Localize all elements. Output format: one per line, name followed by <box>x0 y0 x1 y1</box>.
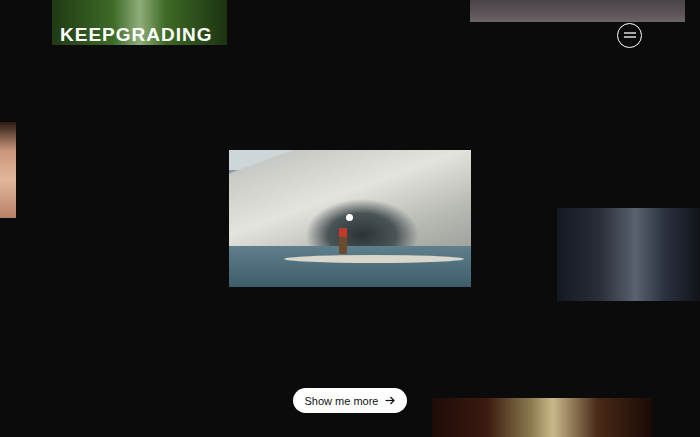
road-frame[interactable] <box>470 0 685 22</box>
rock-platform <box>284 255 464 263</box>
cliff <box>229 150 471 250</box>
interior-frame[interactable] <box>432 398 652 437</box>
figure <box>339 228 347 254</box>
page: KEEPGRADING Show me more <box>0 0 700 437</box>
arrow-right-icon <box>385 396 395 405</box>
menu-icon <box>624 32 636 38</box>
image-canvas <box>0 0 700 437</box>
menu-button[interactable] <box>617 23 642 48</box>
cta-row: Show me more <box>0 388 700 437</box>
people-frame[interactable] <box>557 208 700 301</box>
sea <box>229 246 471 287</box>
cliff-sea-frame[interactable] <box>229 150 471 287</box>
show-more-label: Show me more <box>305 395 379 407</box>
header: KEEPGRADING <box>0 0 700 48</box>
show-more-button[interactable]: Show me more <box>293 388 408 413</box>
cursor-dot <box>346 214 353 221</box>
skin-frame[interactable] <box>0 122 16 218</box>
logo[interactable]: KEEPGRADING <box>60 22 212 48</box>
